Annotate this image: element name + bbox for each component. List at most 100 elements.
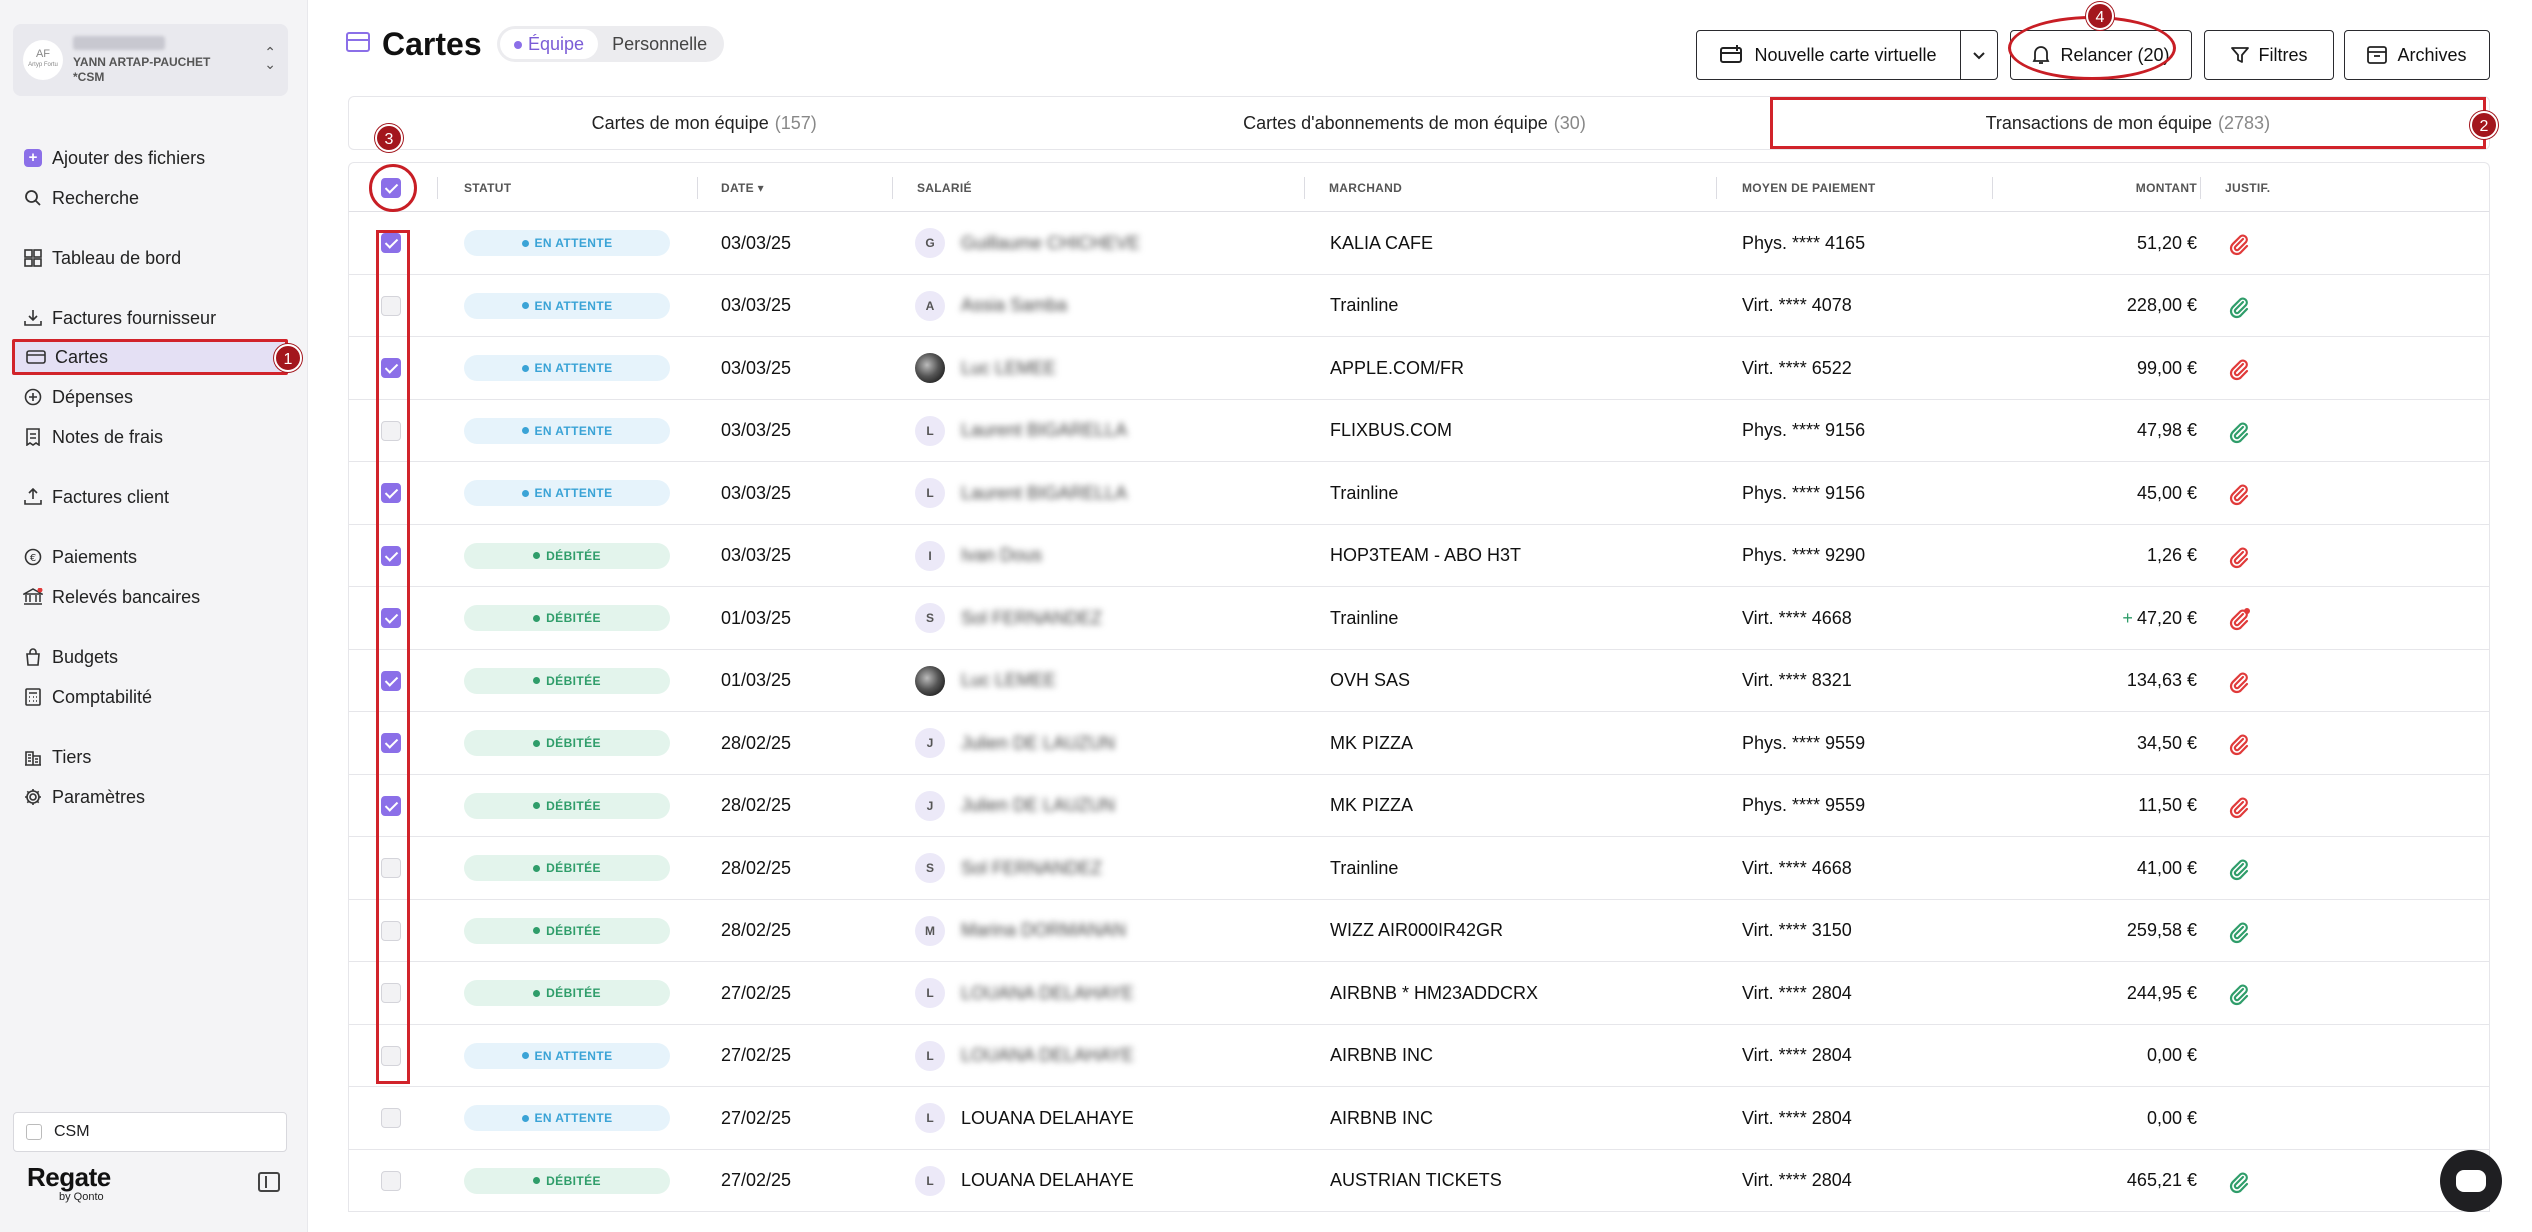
tab-team-transactions[interactable]: Transactions de mon équipe (2783) [1769,97,2486,149]
table-row[interactable]: DÉBITÉE 27/02/25 L LOUANA DELAHAYE AUSTRIAN … [348,1149,2490,1212]
table-row[interactable]: DÉBITÉE 28/02/25 M Marina DORMANAN WIZZ AIR0… [348,899,2490,962]
select-all-checkbox[interactable] [381,178,401,198]
table-row[interactable]: DÉBITÉE 27/02/25 L LOUANA DELAHAYE AIRBNB * … [348,962,2490,1025]
column-divider [437,177,438,199]
table-row[interactable]: DÉBITÉE 01/03/25 S Sol FERNANDEZ Trainline Vi… [348,587,2490,650]
column-header-date[interactable]: DATE ▾ [721,163,764,213]
row-checkbox[interactable] [381,858,401,878]
organization-switcher[interactable]: AF Artyp Fortu YANN ARTAP-PAUCHET *CSM ⌃… [13,24,288,96]
status-cell: EN ATTENTE [464,212,670,274]
sidebar-item-tiers[interactable]: Tiers [12,739,288,775]
row-checkbox[interactable] [381,733,401,753]
payment-method-cell: Virt. **** 2804 [1742,1170,1852,1190]
sidebar-item-cartes[interactable]: Cartes [12,339,288,375]
date-cell: 01/03/25 [721,670,792,690]
row-checkbox[interactable] [381,358,401,378]
row-checkbox[interactable] [381,795,401,816]
paperclip-icon[interactable] [2227,920,2249,943]
row-checkbox[interactable] [381,1170,401,1191]
filters-button[interactable]: Filtres [2204,30,2334,80]
row-checkbox[interactable] [381,608,401,628]
table-row[interactable]: DÉBITÉE 03/03/25 I Ivan Dous HOP3TEAM - ABO … [348,524,2490,587]
card-plus-icon [1720,45,1744,65]
date-cell: 01/03/25 [721,607,792,628]
status-label: DÉBITÉE [546,673,601,688]
row-checkbox[interactable] [381,1045,401,1066]
row-checkbox[interactable] [381,670,401,691]
sidebar-item-tableau-de-bord[interactable]: Tableau de bord [12,240,288,276]
csm-toggle[interactable]: CSM [13,1112,287,1152]
sidebar-item-budgets[interactable]: Budgets [12,639,288,675]
sidebar-item-ajouter-des-fichiers[interactable]: + Ajouter des fichiers [12,140,288,176]
table-row[interactable]: DÉBITÉE 01/03/25 Luc LEMEE OVH SAS Virt. ***… [348,649,2490,712]
paperclip-icon[interactable] [2227,295,2249,318]
row-checkbox[interactable] [381,545,401,566]
employee-name: LOUANA DELAHAYE [961,982,1134,1003]
paperclip-icon[interactable] [2227,732,2249,756]
brand-logo: Regate by Qonto [27,1162,111,1203]
sidebar-item-factures-client[interactable]: Factures client [12,479,288,515]
date-cell: 03/03/25 [721,295,792,315]
status-dot-icon [533,614,541,622]
table-row[interactable]: DÉBITÉE 28/02/25 J Julien DE LAUZUN MK PIZZA… [348,774,2490,837]
sidebar-item-depenses[interactable]: Dépenses [12,379,288,415]
amount-cell: 0,00 € [2029,1025,2197,1087]
paperclip-icon[interactable] [2227,1170,2249,1193]
archives-button[interactable]: Archives [2344,30,2490,80]
sidebar-item-recherche[interactable]: Recherche [12,180,288,216]
row-checkbox[interactable] [381,920,401,941]
table-row[interactable]: EN ATTENTE 27/02/25 L LOUANA DELAHAYE AIRBNB… [348,1024,2490,1087]
row-checkbox[interactable] [381,1108,401,1128]
segment-personal[interactable]: Personnelle [598,29,721,59]
row-checkbox[interactable] [381,295,401,316]
tab-team-subscription-cards[interactable]: Cartes d'abonnements de mon équipe (30) [1059,97,1769,149]
table-row[interactable]: EN ATTENTE 03/03/25 Luc LEMEE APPLE.COM/FR V… [348,337,2490,400]
paperclip-icon[interactable] [2227,670,2249,693]
segment-team[interactable]: Équipe [500,29,599,59]
csm-checkbox[interactable] [26,1124,42,1140]
paperclip-icon[interactable] [2227,357,2249,381]
paperclip-icon[interactable] [2227,607,2250,631]
sidebar-item-parametres[interactable]: Paramètres [12,779,288,815]
collapse-sidebar-icon[interactable] [258,1172,280,1192]
sidebar-item-releves-bancaires[interactable]: Relevés bancaires [12,579,288,615]
table-row[interactable]: EN ATTENTE 03/03/25 G Guillaume CHICHEVE KAL… [348,212,2490,275]
status-dot-icon [521,489,529,497]
new-virtual-card-button[interactable]: Nouvelle carte virtuelle [1696,30,1961,80]
table-row[interactable]: EN ATTENTE 27/02/25 L LOUANA DELAHAYE AIRBNB… [348,1087,2490,1150]
paperclip-icon[interactable] [2227,857,2249,881]
column-header-proof[interactable]: JUSTIF. [2225,163,2270,213]
table-row[interactable]: EN ATTENTE 03/03/25 L Laurent BIGARELLA Trai… [348,462,2490,525]
paperclip-icon[interactable] [2227,482,2249,506]
date-cell: 28/02/25 [721,795,792,815]
column-header-payment[interactable]: MOYEN DE PAIEMENT [1742,163,1876,213]
column-header-merchant[interactable]: MARCHAND [1329,163,1402,213]
table-row[interactable]: EN ATTENTE 03/03/25 L Laurent BIGARELLA FLIX… [348,399,2490,462]
sidebar-item-paiements[interactable]: € Paiements [12,539,288,575]
row-checkbox[interactable] [381,483,401,503]
paperclip-icon[interactable] [2227,545,2249,568]
paperclip-icon[interactable] [2227,420,2249,443]
row-select-cell [381,775,401,837]
table-row[interactable]: EN ATTENTE 03/03/25 A Assia Samba Trainline V… [348,274,2490,337]
table-row[interactable]: DÉBITÉE 28/02/25 J Julien DE LAUZUN MK PIZZA… [348,712,2490,775]
paperclip-icon[interactable] [2227,232,2249,256]
column-header-status[interactable]: STATUT [464,163,511,213]
status-label: DÉBITÉE [546,861,601,875]
tab-team-cards[interactable]: Cartes de mon équipe (157) [349,97,1059,149]
row-checkbox[interactable] [381,420,401,441]
column-header-employee[interactable]: SALARIÉ [917,163,972,213]
sidebar-item-notes-de-frais[interactable]: Notes de frais [12,419,288,455]
proof-cell [2227,1150,2249,1212]
sidebar-item-comptabilite[interactable]: Comptabilité [12,679,288,715]
row-checkbox[interactable] [381,233,401,253]
paperclip-icon[interactable] [2227,795,2249,818]
paperclip-icon[interactable] [2227,982,2249,1006]
chat-support-button[interactable] [2440,1150,2502,1212]
sidebar-item-factures-fournisseur[interactable]: Factures fournisseur [12,300,288,336]
merchant-cell: WIZZ AIR000IR42GR [1330,920,1504,940]
table-row[interactable]: DÉBITÉE 28/02/25 S Sol FERNANDEZ Trainline Vi… [348,837,2490,900]
new-card-dropdown-button[interactable] [1960,30,1998,80]
column-header-amount[interactable]: MONTANT [2115,163,2197,213]
row-checkbox[interactable] [381,983,401,1003]
